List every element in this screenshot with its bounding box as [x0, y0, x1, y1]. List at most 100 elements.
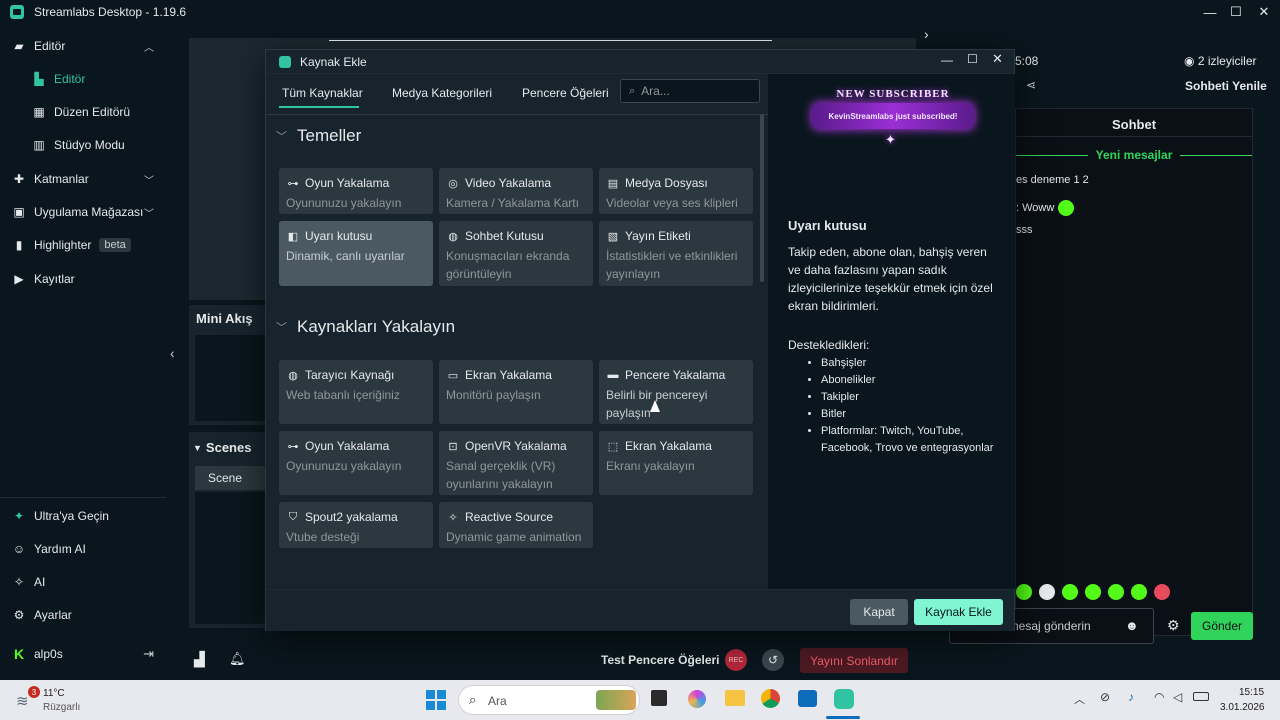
video-camera-icon: ▰: [14, 39, 24, 53]
eye-icon: ◉: [1184, 54, 1198, 68]
chat-window: Sohbet Yeni mesajlar es deneme 1 2 : Wow…: [1015, 108, 1253, 636]
source-card-game-capture[interactable]: ⊶ Oyun Yakalama Oyununuzu yakalayın: [279, 168, 433, 214]
streamlabs-taskbar-icon[interactable]: [834, 689, 854, 709]
highlighter-icon: ▮: [15, 238, 23, 252]
card-name: Oyun Yakalama: [305, 439, 390, 453]
refresh-chat-button[interactable]: Sohbeti Yenile: [1185, 79, 1267, 93]
scene-item[interactable]: Scene: [195, 466, 269, 490]
stats-icon[interactable]: ▟: [194, 651, 205, 668]
chrome-icon[interactable]: [761, 689, 780, 708]
source-card-game-capture-2[interactable]: ⊶ Oyun Yakalama Oyununuzu yakalayın: [279, 431, 433, 495]
card-desc: Sanal gerçeklik (VR) oyunlarını yakalayı…: [446, 459, 556, 491]
section-basics-title[interactable]: ﹀ Temeller: [276, 126, 361, 146]
chat-settings-icon[interactable]: ⚙: [1167, 617, 1180, 634]
gamepad-icon: ⊶: [287, 177, 299, 190]
network-off-icon[interactable]: ⊘: [1100, 690, 1110, 704]
rec-button[interactable]: REC: [725, 649, 747, 671]
source-card-media-file[interactable]: ▤ Medya Dosyası Videolar veya ses klipler…: [599, 168, 753, 214]
source-card-spout2-capture[interactable]: ⛉ Spout2 yakalama Vtube desteği: [279, 502, 433, 548]
section-capture-title[interactable]: ﹀ Kaynakları Yakalayın: [276, 317, 455, 337]
volume-icon[interactable]: ◁: [1173, 690, 1182, 704]
chat-message-text: : Woww: [1016, 202, 1055, 214]
end-stream-button[interactable]: Yayını Sonlandır: [800, 648, 908, 673]
sidebar-item-app-store[interactable]: ▣ Uygulama Mağazası ﹀: [0, 198, 166, 226]
source-card-window-capture[interactable]: ▬ Pencere Yakalama Belirli bir pencereyi …: [599, 360, 753, 424]
bell-icon[interactable]: 🔔︎: [229, 651, 246, 667]
tab-media-categories[interactable]: Medya Kategorileri: [392, 86, 492, 100]
notification-badge: 3: [28, 686, 40, 698]
source-card-openvr-capture[interactable]: ⊡ OpenVR Yakalama Sanal gerçeklik (VR) oy…: [439, 431, 593, 495]
close-button[interactable]: Kapat: [850, 599, 908, 625]
logout-icon[interactable]: ⇥: [143, 646, 154, 662]
emote-icon[interactable]: [1131, 584, 1147, 600]
sidebar-item-editor-group[interactable]: ▰ Editör ︿: [0, 32, 166, 60]
sidebar-item-layout-editor[interactable]: ▦ Düzen Editörü: [0, 98, 166, 126]
ultra-icon: ✦: [13, 509, 25, 523]
emote-icon[interactable]: [1039, 584, 1055, 600]
chevron-down-icon: ﹀: [144, 175, 154, 187]
tab-widgets[interactable]: Pencere Öğeleri: [522, 86, 609, 100]
test-widgets-button[interactable]: Test Pencere Öğeleri: [601, 653, 720, 667]
taskbar-search[interactable]: ⌕ Ara: [458, 685, 640, 715]
scenes-header[interactable]: ▼ Scenes: [193, 440, 251, 455]
source-list-scrollbar[interactable]: [760, 114, 764, 282]
emote-icon[interactable]: [1016, 584, 1032, 600]
outlook-icon[interactable]: [798, 690, 817, 707]
sidebar-item-profile[interactable]: K alp0s ⇥: [0, 640, 166, 668]
source-card-stream-label[interactable]: ▧ Yayın Etiketi İstatistikleri ve etkinli…: [599, 221, 753, 286]
close-icon[interactable]: ✕: [1249, 0, 1279, 24]
section-title-text: Temeller: [297, 126, 362, 145]
file-explorer-icon[interactable]: [725, 690, 745, 706]
search-input[interactable]: ⌕: [620, 79, 760, 103]
card-name: Sohbet Kutusu: [465, 229, 544, 243]
microphone-icon[interactable]: ♪: [1128, 690, 1134, 704]
sidebar-item-ai[interactable]: ✧ AI: [0, 568, 166, 596]
emote-icon[interactable]: [1154, 584, 1170, 600]
sidebar-item-ultra[interactable]: ✦ Ultra'ya Geçin: [0, 502, 166, 530]
sidebar-item-recordings[interactable]: ▶ Kayıtlar: [0, 265, 166, 293]
emote-icon[interactable]: [1108, 584, 1124, 600]
clock-date[interactable]: 3.01.2026: [1220, 702, 1265, 713]
weather-icon[interactable]: ≋ 3: [16, 686, 40, 710]
emote-icon[interactable]: [1062, 584, 1078, 600]
source-card-reactive-source[interactable]: ✧ Reactive Source Dynamic game animation: [439, 502, 593, 548]
sidebar-item-highlighter[interactable]: ▮ Highlighter beta: [0, 231, 166, 259]
wifi-icon[interactable]: ◠: [1154, 690, 1164, 704]
source-card-video-capture[interactable]: ◎ Video Yakalama Kamera / Yakalama Kartı: [439, 168, 593, 214]
source-card-browser-source[interactable]: ◍ Tarayıcı Kaynağı Web tabanlı içeriğiniz: [279, 360, 433, 424]
sidebar-item-settings[interactable]: ⚙ Ayarlar: [0, 601, 166, 629]
send-button[interactable]: Gönder: [1191, 612, 1253, 640]
chat-tab[interactable]: Sohbet: [1016, 117, 1252, 132]
emoji-icon[interactable]: ☻: [1125, 618, 1139, 633]
sidebar-item-help-ai[interactable]: ☺ Yardım AI: [0, 535, 166, 563]
minimize-icon[interactable]: —: [941, 53, 953, 67]
expand-right-icon[interactable]: ›: [924, 26, 929, 42]
add-source-button[interactable]: Kaynak Ekle: [914, 599, 1003, 625]
replay-icon[interactable]: ↺: [762, 649, 784, 671]
source-card-screen-capture[interactable]: ⬚ Ekran Yakalama Ekranı yakalayın: [599, 431, 753, 495]
source-card-alert-box[interactable]: ◧ Uyarı kutusu Dinamik, canlı uyarılar: [279, 221, 433, 286]
chevron-up-icon[interactable]: ︿: [1074, 691, 1085, 707]
maximize-icon[interactable]: ☐: [967, 52, 978, 66]
copilot-icon[interactable]: [688, 690, 706, 708]
maximize-icon[interactable]: ☐: [1221, 0, 1251, 24]
collapse-left-icon[interactable]: ‹: [170, 345, 175, 361]
task-view-icon[interactable]: [651, 690, 667, 706]
close-icon[interactable]: ✕: [992, 51, 1003, 67]
source-card-chat-box[interactable]: ◍ Sohbet Kutusu Konuşmacıları ekranda gör…: [439, 221, 593, 286]
start-button[interactable]: [426, 690, 446, 710]
clock-time[interactable]: 15:15: [1239, 687, 1264, 698]
card-desc: Belirli bir pencereyi paylaşın: [606, 388, 708, 420]
emote-icon[interactable]: [1085, 584, 1101, 600]
source-card-display-capture[interactable]: ▭ Ekran Yakalama Monitörü paylaşın: [439, 360, 593, 424]
search-icon: ⌕: [469, 692, 477, 707]
tab-all-sources[interactable]: Tüm Kaynaklar: [282, 86, 363, 100]
share-icon[interactable]: ⋖: [1026, 78, 1036, 92]
search-field[interactable]: [641, 84, 752, 98]
supported-label: Destekledikleri:: [788, 338, 870, 352]
sidebar-item-editor[interactable]: ▙ Editör: [0, 65, 166, 93]
sidebar-item-studio-mode[interactable]: ▥ Stüdyo Modu: [0, 131, 166, 159]
battery-icon[interactable]: [1193, 692, 1209, 701]
windows-taskbar: ≋ 3 11°C Rüzgarlı ⌕ Ara ︿ ⊘ ♪ ◠ ◁ 15:15 …: [0, 680, 1280, 720]
sidebar-item-layers[interactable]: ✚ Katmanlar ﹀: [0, 165, 166, 193]
